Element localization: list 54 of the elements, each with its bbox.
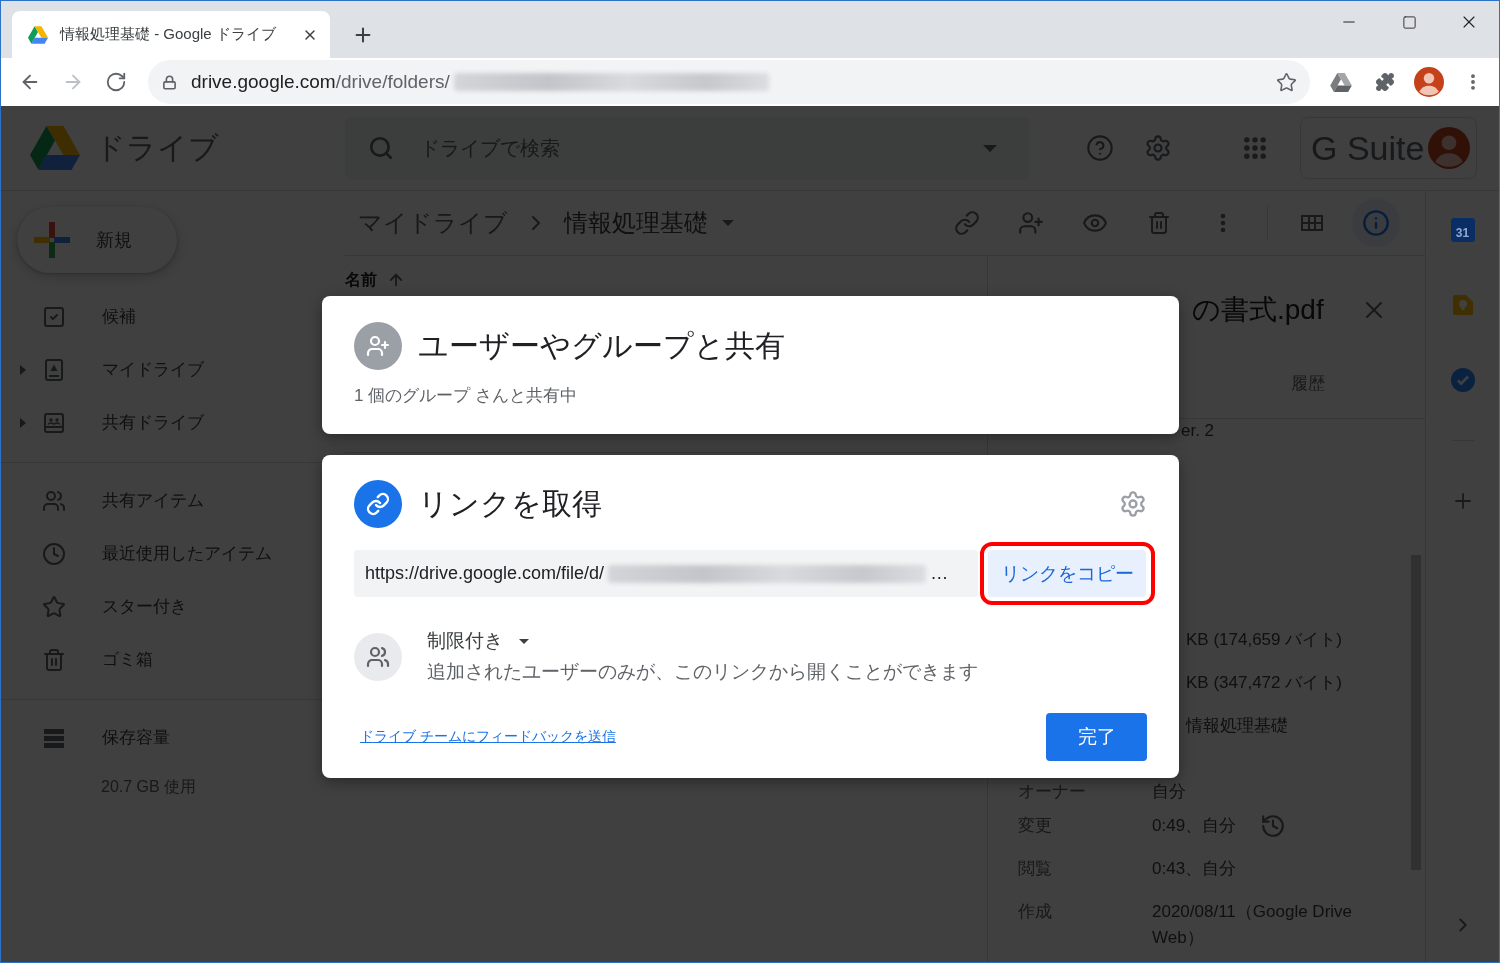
link-icon[interactable] — [954, 210, 980, 236]
expand-icon[interactable] — [20, 417, 26, 428]
lock-icon — [162, 74, 177, 90]
expand-icon[interactable] — [20, 364, 26, 375]
people-icon — [354, 633, 402, 681]
feedback-link[interactable]: ドライブ チームにフィードバックを送信 — [360, 728, 616, 746]
triangle-box-icon — [42, 357, 66, 382]
link-icon — [354, 480, 402, 528]
triangle-logo-icon — [30, 126, 80, 170]
reload-icon[interactable] — [105, 71, 127, 93]
search-icon[interactable] — [368, 134, 394, 161]
avatar-icon[interactable] — [1414, 67, 1444, 97]
caret-icon[interactable] — [983, 144, 997, 152]
done-button[interactable]: 完了 — [1046, 713, 1147, 761]
trash-icon — [42, 647, 66, 672]
maximize-icon[interactable] — [1401, 14, 1417, 30]
apps-grid-icon[interactable] — [1241, 134, 1269, 162]
check-circle-icon[interactable] — [1450, 368, 1475, 392]
copy-link-button[interactable]: リンクをコピー — [988, 550, 1146, 597]
star-icon[interactable] — [1275, 71, 1297, 93]
caret-icon — [519, 638, 529, 644]
avatar-icon — [1428, 127, 1470, 169]
clock-icon — [42, 541, 66, 566]
settings-icon[interactable] — [1119, 490, 1147, 518]
check-square-icon — [42, 304, 66, 329]
column-header[interactable]: 名前 — [345, 269, 405, 291]
file-title: の書式.pdf — [1192, 293, 1324, 327]
person-add-icon[interactable] — [1018, 210, 1044, 236]
star-icon — [42, 594, 66, 619]
share-summary: 1 個のグループ さんと共有中 — [354, 385, 578, 407]
person-add-icon — [354, 322, 402, 370]
triangle-logo-icon — [28, 25, 48, 44]
settings-icon[interactable] — [1144, 134, 1172, 162]
calendar-day: 31 — [1455, 227, 1470, 240]
people-box-icon — [42, 410, 66, 435]
help-icon[interactable] — [1086, 134, 1114, 162]
people-icon — [42, 488, 66, 513]
info-button[interactable] — [1352, 199, 1400, 247]
lightbulb-note-icon[interactable] — [1451, 294, 1474, 316]
info-icon[interactable] — [1362, 209, 1390, 237]
address-field[interactable]: drive.google.com/drive/folders/ — [148, 60, 1310, 104]
trash-icon[interactable] — [1147, 211, 1171, 235]
plus-icon — [34, 222, 70, 258]
calendar-icon[interactable]: 31 — [1450, 218, 1475, 242]
triangle-logo-icon[interactable] — [1330, 72, 1352, 92]
access-dropdown[interactable]: 制限付き — [427, 629, 529, 653]
history-icon[interactable] — [1260, 813, 1287, 839]
card-title: リンクを取得 — [418, 486, 602, 522]
caret-icon — [722, 220, 734, 226]
access-description: 追加されたユーザーのみが、このリンクから開くことができます — [427, 660, 978, 684]
puzzle-icon[interactable] — [1375, 72, 1395, 92]
link-field[interactable]: https://drive.google.com/file/d/ … — [354, 550, 978, 597]
browser-tab[interactable]: 情報処理基礎 - Google ドライブ — [12, 11, 330, 58]
card-title: ユーザーやグループと共有 — [418, 328, 785, 364]
